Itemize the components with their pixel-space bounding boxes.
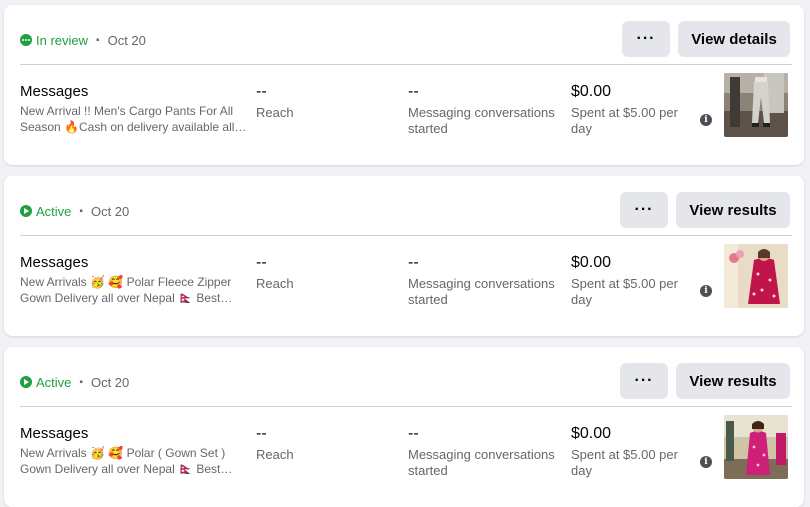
- ad-summary: Messages New Arrivals 🥳 🥰 Polar ( Gown S…: [20, 425, 248, 477]
- status-label: Active: [36, 374, 72, 390]
- more-options-button[interactable]: ···: [622, 21, 670, 57]
- status-label: Active: [36, 203, 72, 219]
- status-label: In review: [36, 32, 89, 48]
- divider: [20, 406, 792, 407]
- divider: [20, 64, 792, 65]
- more-options-button[interactable]: ···: [620, 192, 668, 228]
- campaign-date: Oct 20: [90, 374, 130, 390]
- reach-value: --: [256, 425, 267, 442]
- fleece-gown-photo: [724, 244, 788, 308]
- active-play-icon: [20, 376, 32, 388]
- conversations-value: --: [408, 425, 419, 442]
- ad-objective: Messages: [20, 254, 89, 271]
- campaign-date: Oct 20: [107, 32, 146, 48]
- campaign-card: In review ▪ Oct 20 ··· View details Mess…: [4, 5, 804, 165]
- ad-description: New Arrivals 🥳 🥰 Polar Fleece Zipper Gow…: [20, 275, 232, 305]
- conversations-value: --: [408, 83, 419, 100]
- ad-thumbnail[interactable]: [724, 73, 788, 137]
- ad-summary: Messages New Arrival !! Men's Cargo Pant…: [20, 83, 248, 135]
- separator-dot: ▪: [79, 205, 83, 217]
- ad-thumbnail[interactable]: [724, 244, 788, 308]
- info-icon[interactable]: i: [700, 114, 712, 126]
- reach-metric: -- Reach: [256, 254, 396, 292]
- view-results-button[interactable]: View results: [676, 192, 790, 228]
- ad-objective: Messages: [20, 83, 89, 100]
- campaign-card: Active ▪ Oct 20 ··· View results Message…: [4, 176, 804, 336]
- spent-metric: $0.00 Spent at $5.00 per day: [571, 254, 691, 308]
- spent-label: Spent at $5.00 per day: [571, 447, 678, 478]
- spent-metric: $0.00 Spent at $5.00 per day: [571, 83, 691, 137]
- in-review-dots-icon: [20, 34, 32, 46]
- info-icon[interactable]: i: [700, 456, 712, 468]
- spent-label: Spent at $5.00 per day: [571, 276, 678, 307]
- reach-value: --: [256, 83, 267, 100]
- campaign-date: Oct 20: [90, 203, 130, 219]
- conversations-label: Messaging conversations started: [408, 276, 555, 307]
- spent-metric: $0.00 Spent at $5.00 per day: [571, 425, 691, 479]
- status-row: Active ▪ Oct 20: [20, 373, 129, 391]
- ad-objective: Messages: [20, 425, 89, 442]
- reach-label: Reach: [256, 276, 294, 291]
- more-options-button[interactable]: ···: [620, 363, 668, 399]
- gown-set-photo: [724, 415, 788, 479]
- reach-label: Reach: [256, 447, 294, 462]
- view-results-button[interactable]: View results: [676, 363, 790, 399]
- reach-metric: -- Reach: [256, 83, 396, 121]
- reach-metric: -- Reach: [256, 425, 396, 463]
- spent-label: Spent at $5.00 per day: [571, 105, 678, 136]
- status-row: In review ▪ Oct 20: [20, 31, 146, 49]
- cargo-pants-photo: [724, 73, 788, 137]
- info-icon[interactable]: i: [700, 285, 712, 297]
- view-details-button[interactable]: View details: [678, 21, 790, 57]
- divider: [20, 235, 792, 236]
- conversations-metric: -- Messaging conversations started: [408, 254, 558, 308]
- spent-value: $0.00: [571, 425, 612, 442]
- campaign-card: Active ▪ Oct 20 ··· View results Message…: [4, 347, 804, 507]
- spent-value: $0.00: [571, 83, 612, 100]
- reach-value: --: [256, 254, 267, 271]
- active-play-icon: [20, 205, 32, 217]
- conversations-label: Messaging conversations started: [408, 447, 555, 478]
- ad-description: New Arrival !! Men's Cargo Pants For All…: [20, 104, 235, 134]
- reach-label: Reach: [256, 105, 294, 120]
- status-row: Active ▪ Oct 20: [20, 202, 129, 220]
- conversations-metric: -- Messaging conversations started: [408, 425, 558, 479]
- separator-dot: ▪: [96, 34, 100, 46]
- separator-dot: ▪: [79, 376, 83, 388]
- ad-thumbnail[interactable]: [724, 415, 788, 479]
- ad-summary: Messages New Arrivals 🥳 🥰 Polar Fleece Z…: [20, 254, 248, 306]
- spent-value: $0.00: [571, 254, 612, 271]
- conversations-value: --: [408, 254, 419, 271]
- ad-description: New Arrivals 🥳 🥰 Polar ( Gown Set ) Gown…: [20, 446, 226, 476]
- conversations-metric: -- Messaging conversations started: [408, 83, 558, 137]
- conversations-label: Messaging conversations started: [408, 105, 555, 136]
